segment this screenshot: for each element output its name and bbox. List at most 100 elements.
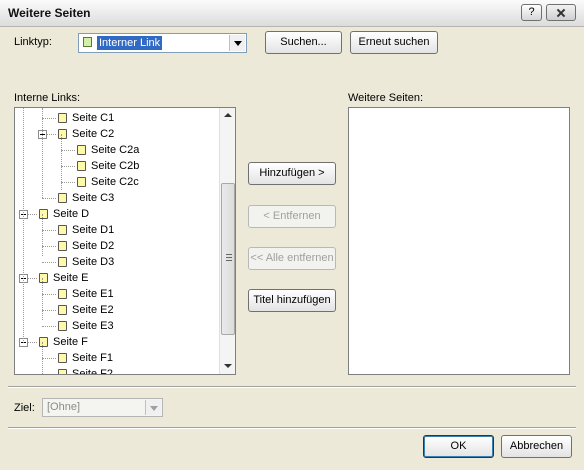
tree-item-label: Seite E3 xyxy=(72,320,114,332)
tree-item[interactable]: Seite D2 xyxy=(15,238,219,254)
tree-item-label: Seite C2a xyxy=(91,144,140,156)
tree-connector xyxy=(42,198,56,199)
page-icon xyxy=(77,177,86,187)
tree-item[interactable]: Seite E1 xyxy=(15,286,219,302)
internal-links-label: Interne Links: xyxy=(14,92,81,104)
tree-item[interactable]: Seite C3 xyxy=(15,190,219,206)
tree-item[interactable]: Seite C2a xyxy=(15,142,219,158)
tree-item[interactable]: Seite E3 xyxy=(15,318,219,334)
tree-item[interactable]: Seite D3 xyxy=(15,254,219,270)
tree-guide-line xyxy=(23,108,24,343)
tree-item[interactable]: Seite D xyxy=(15,206,219,222)
scroll-up-icon[interactable] xyxy=(220,108,235,124)
tree-item-label: Seite E xyxy=(53,272,89,284)
tree-guide-line xyxy=(42,278,43,320)
tree-connector xyxy=(42,358,56,359)
tree-item-label: Seite D3 xyxy=(72,256,115,268)
page-icon xyxy=(58,129,67,139)
chevron-down-icon[interactable] xyxy=(145,400,161,415)
tree-item[interactable]: Seite C2c xyxy=(15,174,219,190)
further-pages-list[interactable] xyxy=(348,107,570,375)
internal-link-icon xyxy=(83,36,92,48)
ok-button[interactable]: OK xyxy=(423,435,494,458)
page-icon xyxy=(58,321,67,331)
tree-item-label: Seite D xyxy=(53,208,90,220)
tree-item[interactable]: Seite F1 xyxy=(15,350,219,366)
close-icon[interactable] xyxy=(546,4,576,21)
linktyp-select[interactable]: Interner Link xyxy=(78,33,247,53)
tree-item[interactable]: Seite F2 xyxy=(15,366,219,375)
linktyp-value: Interner Link xyxy=(97,36,163,50)
ziel-value: [Ohne] xyxy=(47,401,81,413)
page-icon xyxy=(77,161,86,171)
page-icon xyxy=(58,289,67,299)
tree-guide-line xyxy=(42,342,43,374)
linktyp-label: Linktyp: xyxy=(14,36,52,48)
page-icon xyxy=(58,369,67,374)
further-pages-label: Weitere Seiten: xyxy=(348,92,424,104)
tree-item[interactable]: Seite C2 xyxy=(15,126,219,142)
tree-connector xyxy=(42,326,56,327)
page-icon xyxy=(58,257,67,267)
help-button[interactable]: ? xyxy=(521,4,542,21)
search-button[interactable]: Suchen... xyxy=(265,31,342,54)
remove-button[interactable]: < Entfernen xyxy=(248,205,336,228)
tree-connector xyxy=(42,118,56,119)
tree-item-label: Seite E2 xyxy=(72,304,114,316)
tree-item[interactable]: Seite C2b xyxy=(15,158,219,174)
cancel-button[interactable]: Abbrechen xyxy=(501,435,572,458)
separator xyxy=(8,427,576,429)
add-title-button[interactable]: Titel hinzufügen xyxy=(248,289,336,312)
page-icon xyxy=(39,337,48,347)
tree-connector xyxy=(42,294,56,295)
tree-item-label: Seite E1 xyxy=(72,288,114,300)
remove-all-button[interactable]: << Alle entfernen xyxy=(248,247,336,270)
tree-item[interactable]: Seite E xyxy=(15,270,219,286)
tree-connector xyxy=(42,230,56,231)
tree-item-label: Seite F2 xyxy=(72,368,113,375)
tree-item-label: Seite D2 xyxy=(72,240,115,252)
scroll-thumb[interactable] xyxy=(221,183,235,335)
chevron-down-icon[interactable] xyxy=(229,35,245,51)
page-icon xyxy=(58,225,67,235)
tree-connector xyxy=(42,262,56,263)
tree-item-label: Seite C3 xyxy=(72,192,115,204)
page-icon xyxy=(58,241,67,251)
window-title: Weitere Seiten xyxy=(8,6,91,20)
tree-item-label: Seite D1 xyxy=(72,224,115,236)
tree-item-label: Seite F1 xyxy=(72,352,113,364)
tree-scrollbar[interactable] xyxy=(219,108,235,374)
tree-item-label: Seite C1 xyxy=(72,112,115,124)
tree-item-label: Seite C2 xyxy=(72,128,115,140)
tree-connector xyxy=(61,150,75,151)
ziel-label: Ziel: xyxy=(14,402,35,414)
tree-item[interactable]: Seite D1 xyxy=(15,222,219,238)
tree-guide-line xyxy=(42,214,43,256)
tree-connector xyxy=(42,310,56,311)
tree-item[interactable]: Seite C1 xyxy=(15,110,219,126)
separator xyxy=(8,386,576,388)
tree-connector xyxy=(42,246,56,247)
page-icon xyxy=(58,353,67,363)
page-icon xyxy=(58,113,67,123)
tree-connector xyxy=(61,166,75,167)
page-icon xyxy=(39,209,48,219)
add-button[interactable]: Hinzufügen > xyxy=(248,162,336,185)
tree-item-label: Seite C2b xyxy=(91,160,140,172)
tree-item-label: Seite C2c xyxy=(91,176,139,188)
internal-links-tree[interactable]: Seite C1 Seite C2 Seite C2a Seite C2b Seite … xyxy=(14,107,236,375)
page-icon xyxy=(39,273,48,283)
tree-connector xyxy=(42,374,56,375)
tree-connector xyxy=(61,182,75,183)
tree-item-label: Seite F xyxy=(53,336,88,348)
ziel-select[interactable]: [Ohne] xyxy=(42,398,163,417)
tree-item[interactable]: Seite F xyxy=(15,334,219,350)
search-again-button[interactable]: Erneut suchen xyxy=(350,31,438,54)
page-icon xyxy=(58,305,67,315)
tree-guide-line xyxy=(61,134,62,190)
tree-item[interactable]: Seite E2 xyxy=(15,302,219,318)
scroll-down-icon[interactable] xyxy=(220,358,235,374)
page-icon xyxy=(77,145,86,155)
page-icon xyxy=(58,193,67,203)
title-bar: Weitere Seiten ? xyxy=(0,0,584,27)
